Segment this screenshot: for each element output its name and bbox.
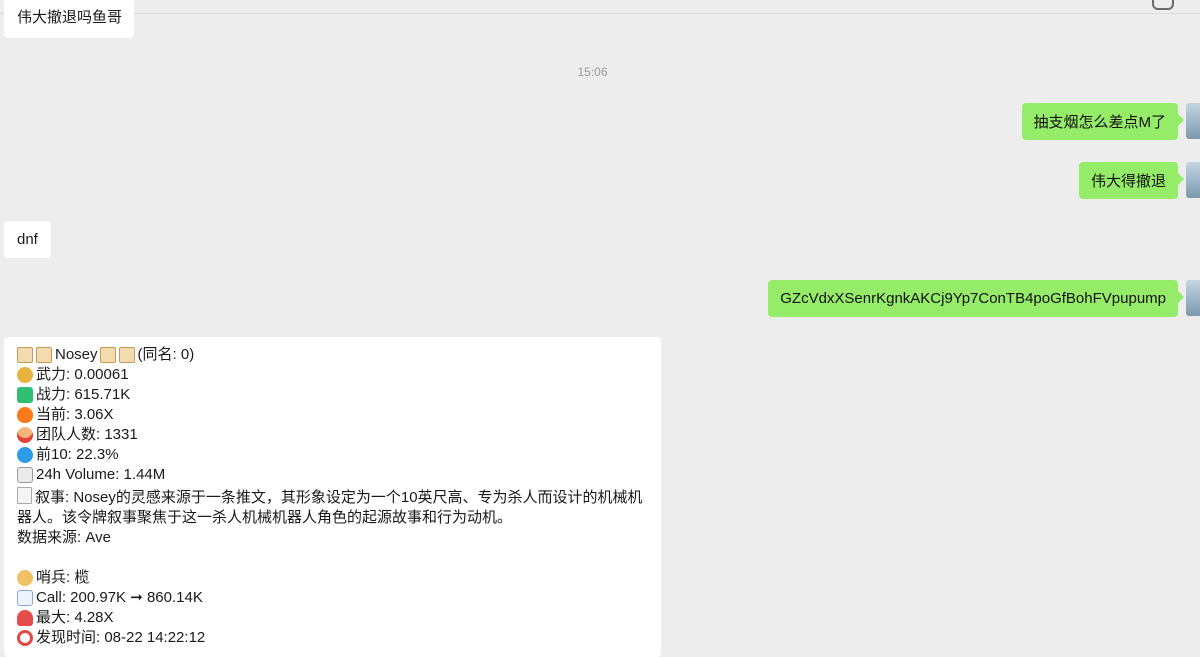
card-line: 哨兵: 榄 bbox=[17, 568, 649, 588]
card-line-narrative: 叙事: Nosey的灵感来源于一条推文，其形象设定为一个10英尺高、专为杀人而设… bbox=[17, 485, 649, 528]
card-line: 数据来源: Ave bbox=[17, 528, 649, 548]
same-name-count: (同名: 0) bbox=[137, 346, 195, 363]
avatar[interactable] bbox=[1186, 280, 1200, 316]
dog-face-icon bbox=[17, 570, 33, 586]
santa-face-icon bbox=[17, 427, 33, 443]
card-text: 前10: 22.3% bbox=[36, 446, 119, 463]
card-line: 战力: 615.71K bbox=[17, 385, 649, 405]
scroll-icon bbox=[118, 347, 135, 363]
message-bubble-outgoing[interactable]: 伟大得撤退 bbox=[1078, 162, 1185, 199]
avatar[interactable] bbox=[1186, 162, 1200, 198]
card-text: 发现时间: 08-22 14:22:12 bbox=[36, 629, 206, 646]
message-bubble-outgoing[interactable]: GZcVdxXSenrKgnkAKCj9Yp7ConTB4poGfBohFVpu… bbox=[768, 280, 1184, 317]
narrative-text: 叙事: Nosey的灵感来源于一条推文，其形象设定为一个10英尺高、专为杀人而设… bbox=[17, 489, 643, 526]
message-text: 抽支烟怎么差点M了 bbox=[1033, 114, 1167, 131]
message-text: 伟大撤退吗鱼哥 bbox=[17, 9, 123, 26]
card-text: 数据来源: Ave bbox=[17, 529, 111, 546]
card-line: 武力: 0.00061 bbox=[17, 365, 649, 385]
token-info-card[interactable]: Nosey (同名: 0) 武力: 0.00061 战力: 615.71K 当前… bbox=[4, 337, 661, 657]
chart-up-icon bbox=[17, 387, 33, 403]
whale-icon bbox=[17, 447, 33, 463]
card-text: Call: 200.97K ➞ 860.14K bbox=[36, 589, 203, 606]
top-divider bbox=[0, 13, 1200, 14]
scroll-icon bbox=[36, 347, 52, 363]
bar-chart-icon bbox=[17, 467, 33, 483]
target-icon bbox=[17, 630, 33, 646]
message-bubble-outgoing[interactable]: 抽支烟怎么差点M了 bbox=[1021, 103, 1184, 140]
message-text: dnf bbox=[17, 231, 38, 248]
document-icon bbox=[17, 487, 32, 504]
card-text: 团队人数: 1331 bbox=[36, 426, 138, 443]
card-line: 当前: 3.06X bbox=[17, 405, 649, 425]
card-line: 最大: 4.28X bbox=[17, 608, 649, 628]
window-control-icon[interactable] bbox=[1152, 0, 1174, 10]
message-bubble-incoming[interactable]: dnf bbox=[4, 221, 51, 258]
card-text: 当前: 3.06X bbox=[36, 406, 114, 423]
card-title-line: Nosey (同名: 0) bbox=[17, 345, 649, 365]
money-bag-icon bbox=[17, 367, 33, 383]
fire-icon bbox=[17, 407, 33, 423]
avatar[interactable] bbox=[1186, 103, 1200, 139]
rocket-icon bbox=[17, 610, 33, 626]
card-text: 24h Volume: 1.44M bbox=[36, 466, 166, 483]
card-text: 哨兵: 榄 bbox=[36, 569, 90, 586]
card-line: 团队人数: 1331 bbox=[17, 425, 649, 445]
card-line: 前10: 22.3% bbox=[17, 445, 649, 465]
card-line: 24h Volume: 1.44M bbox=[17, 465, 649, 485]
timestamp: 15:06 bbox=[577, 65, 608, 79]
scroll-icon bbox=[17, 347, 33, 363]
card-text: 武力: 0.00061 bbox=[36, 366, 129, 383]
card-text: 战力: 615.71K bbox=[36, 386, 131, 403]
card-line: 发现时间: 08-22 14:22:12 bbox=[17, 628, 649, 648]
scroll-icon bbox=[99, 347, 116, 363]
card-text: 最大: 4.28X bbox=[36, 609, 114, 626]
message-text: GZcVdxXSenrKgnkAKCj9Yp7ConTB4poGfBohFVpu… bbox=[780, 290, 1166, 307]
token-name: Nosey bbox=[55, 346, 98, 363]
message-text: 伟大得撤退 bbox=[1090, 173, 1166, 190]
card-line: Call: 200.97K ➞ 860.14K bbox=[17, 588, 649, 608]
chart-increasing-icon bbox=[17, 590, 33, 606]
message-bubble-incoming[interactable]: 伟大撤退吗鱼哥 bbox=[4, 0, 135, 38]
